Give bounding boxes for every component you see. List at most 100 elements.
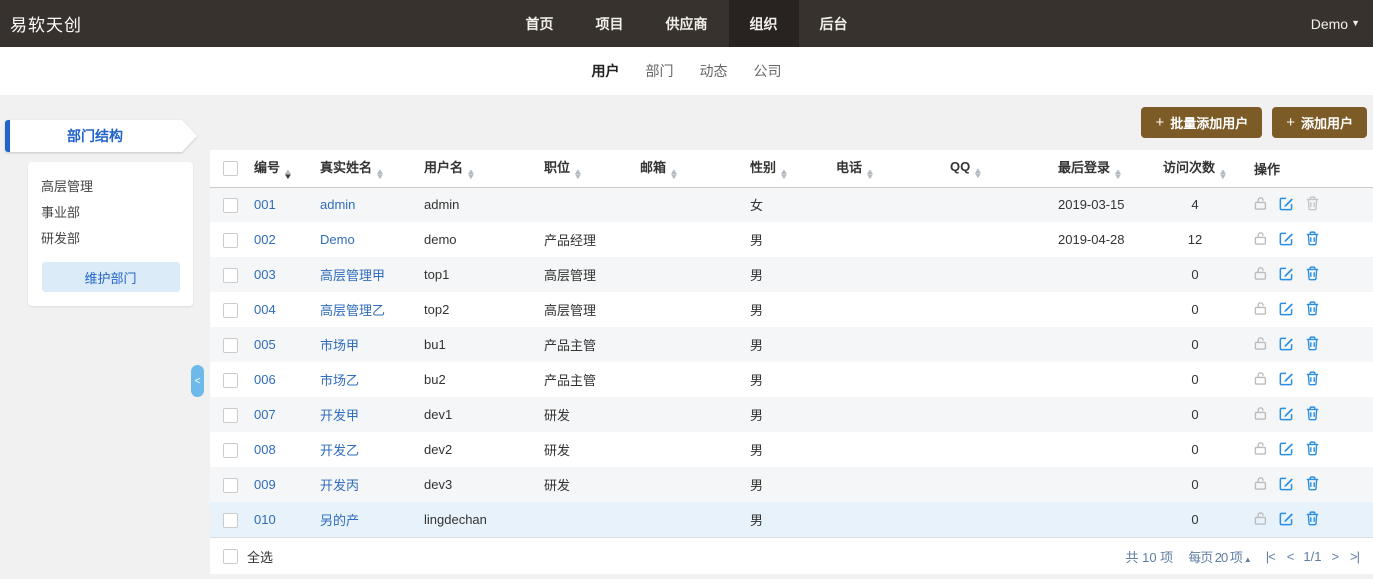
col-header-account[interactable]: 用户名 ▲ ▼ [420, 150, 540, 188]
user-id-link[interactable]: 008 [254, 442, 276, 457]
lock-icon[interactable] [1252, 230, 1269, 247]
add-user-button[interactable]: + 添加用户 [1272, 107, 1367, 138]
row-checkbox[interactable] [223, 267, 238, 283]
trash-icon[interactable] [1304, 300, 1321, 317]
dept-item-rd[interactable]: 研发部 [28, 226, 193, 252]
tab-departments[interactable]: 部门 [633, 61, 687, 81]
edit-icon[interactable] [1278, 510, 1295, 527]
user-realname-link[interactable]: 开发丙 [320, 478, 359, 493]
user-last-login-cell [1054, 467, 1150, 502]
row-checkbox[interactable] [223, 512, 238, 528]
user-realname-link[interactable]: 市场乙 [320, 373, 359, 388]
col-header-last-login[interactable]: 最后登录 ▲ ▼ [1054, 150, 1150, 188]
per-page-dropdown[interactable]: 每页 20 项 ▲ [1188, 547, 1252, 566]
edit-icon[interactable] [1278, 230, 1295, 247]
user-phone-cell [832, 397, 946, 432]
trash-icon[interactable] [1304, 335, 1321, 352]
prev-page-icon[interactable]: < [1287, 549, 1295, 564]
lock-icon[interactable] [1252, 195, 1269, 212]
user-realname-link[interactable]: 高层管理甲 [320, 268, 385, 283]
first-page-icon[interactable]: |< [1266, 549, 1276, 564]
nav-item-supplier[interactable]: 供应商 [645, 0, 729, 47]
app-logo[interactable]: 易软天创 [10, 11, 82, 36]
row-checkbox[interactable] [223, 197, 238, 213]
trash-icon[interactable] [1304, 510, 1321, 527]
batch-add-user-button[interactable]: + 批量添加用户 [1141, 107, 1263, 138]
row-checkbox[interactable] [223, 232, 238, 248]
user-realname-link[interactable]: 开发乙 [320, 443, 359, 458]
col-header-qq[interactable]: QQ ▲ ▼ [946, 150, 1054, 188]
row-checkbox[interactable] [223, 302, 238, 318]
nav-item-project[interactable]: 项目 [575, 0, 645, 47]
nav-item-admin[interactable]: 后台 [799, 0, 869, 47]
trash-icon[interactable] [1304, 265, 1321, 282]
edit-icon[interactable] [1278, 335, 1295, 352]
lock-icon[interactable] [1252, 440, 1269, 457]
edit-icon[interactable] [1278, 475, 1295, 492]
trash-icon[interactable] [1304, 440, 1321, 457]
user-last-login-cell: 2019-03-15 [1058, 197, 1125, 213]
user-id-link[interactable]: 002 [254, 232, 276, 247]
user-id-link[interactable]: 001 [254, 197, 276, 212]
tab-dynamics[interactable]: 动态 [687, 61, 741, 81]
trash-icon[interactable] [1304, 230, 1321, 247]
last-page-icon[interactable]: >| [1350, 549, 1360, 564]
col-header-id[interactable]: 编号 ▲ ▼ [250, 150, 316, 188]
user-dropdown[interactable]: Demo ▼ [1311, 16, 1360, 32]
user-qq-cell [946, 327, 1054, 362]
trash-icon[interactable] [1304, 405, 1321, 422]
select-all-checkbox[interactable] [223, 548, 238, 564]
sidebar-header-dept-structure[interactable]: 部门结构 [5, 120, 197, 152]
col-header-email[interactable]: 邮箱 ▲ ▼ [636, 150, 746, 188]
user-realname-link[interactable]: 高层管理乙 [320, 303, 385, 318]
user-realname-link[interactable]: 市场甲 [320, 338, 359, 353]
dept-item-business-unit[interactable]: 事业部 [28, 200, 193, 226]
col-header-role[interactable]: 职位 ▲ ▼ [540, 150, 636, 188]
tab-company[interactable]: 公司 [741, 61, 795, 81]
lock-icon[interactable] [1252, 405, 1269, 422]
lock-icon[interactable] [1252, 475, 1269, 492]
edit-icon[interactable] [1278, 265, 1295, 282]
lock-icon[interactable] [1252, 510, 1269, 527]
row-checkbox[interactable] [223, 372, 238, 388]
col-header-gender[interactable]: 性别 ▲ ▼ [746, 150, 832, 188]
dept-item-top-management[interactable]: 高层管理 [28, 174, 193, 200]
row-checkbox[interactable] [223, 442, 238, 458]
trash-icon[interactable] [1304, 370, 1321, 387]
row-checkbox[interactable] [223, 407, 238, 423]
col-header-visits[interactable]: 访问次数 ▲ ▼ [1150, 150, 1240, 188]
row-checkbox[interactable] [223, 477, 238, 493]
user-realname-link[interactable]: 开发甲 [320, 408, 359, 423]
sidebar-collapse-handle[interactable]: < [191, 365, 204, 397]
edit-icon[interactable] [1278, 300, 1295, 317]
maintain-dept-button[interactable]: 维护部门 [41, 262, 180, 292]
user-id-link[interactable]: 006 [254, 372, 276, 387]
next-page-icon[interactable]: > [1331, 549, 1339, 564]
tab-users[interactable]: 用户 [579, 61, 633, 81]
user-id-link[interactable]: 007 [254, 407, 276, 422]
user-realname-link[interactable]: admin [320, 197, 355, 212]
nav-item-organization[interactable]: 组织 [728, 0, 799, 47]
user-id-link[interactable]: 010 [254, 512, 276, 527]
edit-icon[interactable] [1278, 405, 1295, 422]
edit-icon[interactable] [1278, 370, 1295, 387]
col-header-phone[interactable]: 电话 ▲ ▼ [832, 150, 946, 188]
lock-icon[interactable] [1252, 300, 1269, 317]
lock-icon[interactable] [1252, 265, 1269, 282]
trash-icon[interactable] [1304, 475, 1321, 492]
nav-item-home[interactable]: 首页 [505, 0, 575, 47]
lock-icon[interactable] [1252, 335, 1269, 352]
sort-icon: ▲ ▼ [283, 167, 293, 182]
col-header-realname[interactable]: 真实姓名 ▲ ▼ [316, 150, 420, 188]
user-id-link[interactable]: 004 [254, 302, 276, 317]
user-realname-link[interactable]: Demo [320, 232, 355, 247]
select-all-checkbox[interactable] [223, 161, 238, 177]
user-id-link[interactable]: 005 [254, 337, 276, 352]
lock-icon[interactable] [1252, 370, 1269, 387]
edit-icon[interactable] [1278, 440, 1295, 457]
edit-icon[interactable] [1278, 195, 1295, 212]
user-realname-link[interactable]: 另的产 [320, 513, 359, 528]
user-id-link[interactable]: 003 [254, 267, 276, 282]
user-id-link[interactable]: 009 [254, 477, 276, 492]
row-checkbox[interactable] [223, 337, 238, 353]
